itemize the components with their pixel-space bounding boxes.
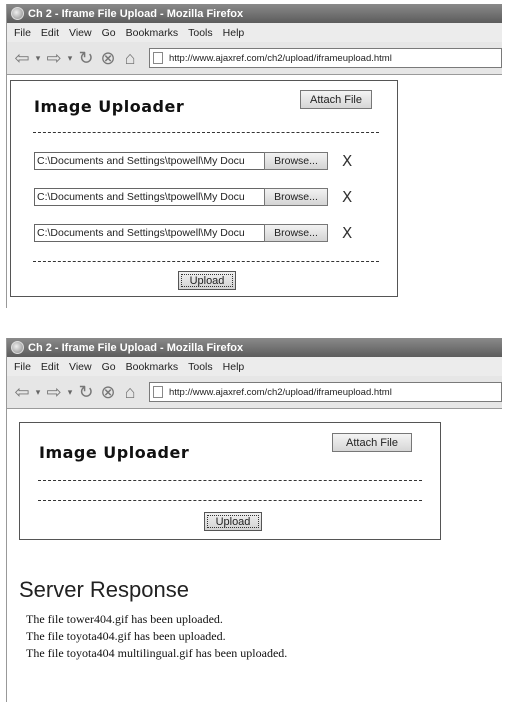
menu-bookmarks[interactable]: Bookmarks (126, 361, 179, 373)
forward-arrow-icon[interactable]: ⇨ (43, 47, 65, 69)
file-path-input[interactable]: C:\Documents and Settings\tpowell\My Doc… (34, 224, 264, 242)
page-icon (153, 52, 163, 64)
menu-bar: File Edit View Go Bookmarks Tools Help (7, 357, 502, 376)
home-icon[interactable]: ⌂ (119, 381, 141, 403)
menu-edit[interactable]: Edit (41, 361, 59, 373)
title-bar: Ch 2 - Iframe File Upload - Mozilla Fire… (7, 338, 502, 357)
home-icon[interactable]: ⌂ (119, 47, 141, 69)
attach-file-button[interactable]: Attach File (332, 433, 412, 452)
page-icon (153, 386, 163, 398)
window-title: Ch 2 - Iframe File Upload - Mozilla Fire… (28, 7, 244, 20)
file-path-input[interactable]: C:\Documents and Settings\tpowell\My Doc… (34, 152, 264, 170)
menu-help[interactable]: Help (223, 27, 245, 39)
menu-file[interactable]: File (14, 361, 31, 373)
back-arrow-icon[interactable]: ⇦ (11, 47, 33, 69)
back-arrow-icon[interactable]: ⇦ (11, 381, 33, 403)
browser-window-before: Ch 2 - Iframe File Upload - Mozilla Fire… (6, 4, 502, 308)
menu-file[interactable]: File (14, 27, 31, 39)
address-url[interactable]: http://www.ajaxref.com/ch2/upload/iframe… (169, 53, 392, 64)
divider-top (33, 132, 379, 133)
attach-file-button[interactable]: Attach File (300, 90, 372, 109)
uploader-form: Image Uploader Attach File C:\Documents … (10, 80, 398, 297)
browser-window-after: Ch 2 - Iframe File Upload - Mozilla Fire… (6, 338, 502, 702)
divider-bottom (38, 500, 422, 501)
address-url[interactable]: http://www.ajaxref.com/ch2/upload/iframe… (169, 387, 392, 398)
file-path-input[interactable]: C:\Documents and Settings\tpowell\My Doc… (34, 188, 264, 206)
browse-button[interactable]: Browse... (264, 188, 328, 206)
forward-dropdown-icon[interactable]: ▾ (65, 47, 75, 69)
response-line: The file toyota404.gif has been uploaded… (26, 629, 226, 643)
menu-edit[interactable]: Edit (41, 27, 59, 39)
divider-top (38, 480, 422, 481)
file-row: C:\Documents and Settings\tpowell\My Doc… (34, 224, 352, 242)
back-dropdown-icon[interactable]: ▾ (33, 381, 43, 403)
back-dropdown-icon[interactable]: ▾ (33, 47, 43, 69)
stop-icon[interactable]: ⊗ (97, 47, 119, 69)
window-title: Ch 2 - Iframe File Upload - Mozilla Fire… (28, 341, 244, 354)
firefox-icon (11, 7, 24, 20)
file-row: C:\Documents and Settings\tpowell\My Doc… (34, 188, 352, 206)
browse-button[interactable]: Browse... (264, 152, 328, 170)
reload-icon[interactable]: ↻ (75, 381, 97, 403)
menu-view[interactable]: View (69, 361, 92, 373)
uploader-heading: Image Uploader (34, 97, 185, 116)
address-bar[interactable]: http://www.ajaxref.com/ch2/upload/iframe… (149, 48, 502, 68)
upload-button[interactable]: Upload (178, 271, 236, 290)
menu-bookmarks[interactable]: Bookmarks (126, 27, 179, 39)
divider-bottom (33, 261, 379, 262)
response-line: The file toyota404 multilingual.gif has … (26, 646, 288, 660)
remove-file-icon[interactable]: X (342, 188, 352, 206)
file-row: C:\Documents and Settings\tpowell\My Doc… (34, 152, 352, 170)
menu-tools[interactable]: Tools (188, 361, 213, 373)
nav-toolbar: ⇦ ▾ ⇨ ▾ ↻ ⊗ ⌂ http://www.ajaxref.com/ch2… (7, 376, 502, 409)
reload-icon[interactable]: ↻ (75, 47, 97, 69)
menu-bar: File Edit View Go Bookmarks Tools Help (7, 23, 502, 42)
remove-file-icon[interactable]: X (342, 224, 352, 242)
server-response: Server Response The file tower404.gif ha… (19, 577, 287, 662)
firefox-icon (11, 341, 24, 354)
title-bar: Ch 2 - Iframe File Upload - Mozilla Fire… (7, 4, 502, 23)
menu-go[interactable]: Go (102, 27, 116, 39)
uploader-form: Image Uploader Attach File Upload (19, 422, 441, 540)
menu-view[interactable]: View (69, 27, 92, 39)
forward-dropdown-icon[interactable]: ▾ (65, 381, 75, 403)
nav-toolbar: ⇦ ▾ ⇨ ▾ ↻ ⊗ ⌂ http://www.ajaxref.com/ch2… (7, 42, 502, 75)
stop-icon[interactable]: ⊗ (97, 381, 119, 403)
server-response-heading: Server Response (19, 577, 189, 602)
menu-help[interactable]: Help (223, 361, 245, 373)
forward-arrow-icon[interactable]: ⇨ (43, 381, 65, 403)
response-line: The file tower404.gif has been uploaded. (26, 612, 223, 626)
menu-tools[interactable]: Tools (188, 27, 213, 39)
remove-file-icon[interactable]: X (342, 152, 352, 170)
address-bar[interactable]: http://www.ajaxref.com/ch2/upload/iframe… (149, 382, 502, 402)
uploader-heading: Image Uploader (39, 443, 190, 462)
browse-button[interactable]: Browse... (264, 224, 328, 242)
upload-button[interactable]: Upload (204, 512, 262, 531)
menu-go[interactable]: Go (102, 361, 116, 373)
